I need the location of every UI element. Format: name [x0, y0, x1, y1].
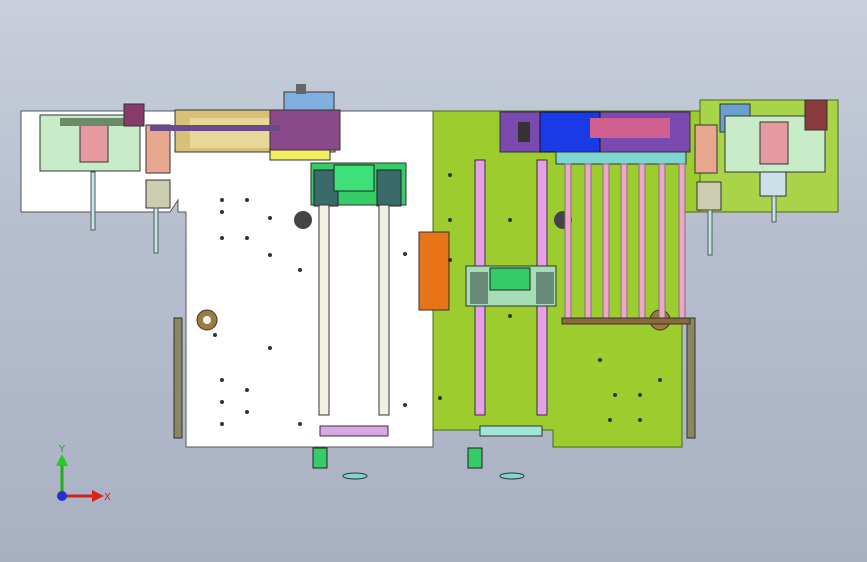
right-rail-end-bar: [479, 425, 543, 437]
left-side-bracket: [173, 317, 183, 439]
left-round-boss: [294, 211, 312, 229]
axis-triad: Y X: [56, 444, 111, 503]
left-rail-b: [378, 204, 390, 416]
bottom-sensor-right: [467, 447, 525, 480]
bottom-sensor-left: [312, 447, 368, 480]
x-axis-label: X: [104, 492, 111, 503]
right-side-bracket: [686, 317, 696, 439]
y-axis-label: Y: [58, 444, 66, 455]
orange-mounting-block: [418, 231, 450, 311]
left-carriage-assembly: [310, 162, 407, 207]
cad-viewport[interactable]: Y X: [0, 0, 867, 562]
right-carriage-assembly: [465, 265, 557, 307]
machine-assembly-drawing: Y X: [20, 84, 839, 503]
left-rail-a: [318, 204, 330, 416]
left-rail-end-bar: [319, 425, 389, 437]
left-top-linear-axis: [150, 84, 341, 161]
